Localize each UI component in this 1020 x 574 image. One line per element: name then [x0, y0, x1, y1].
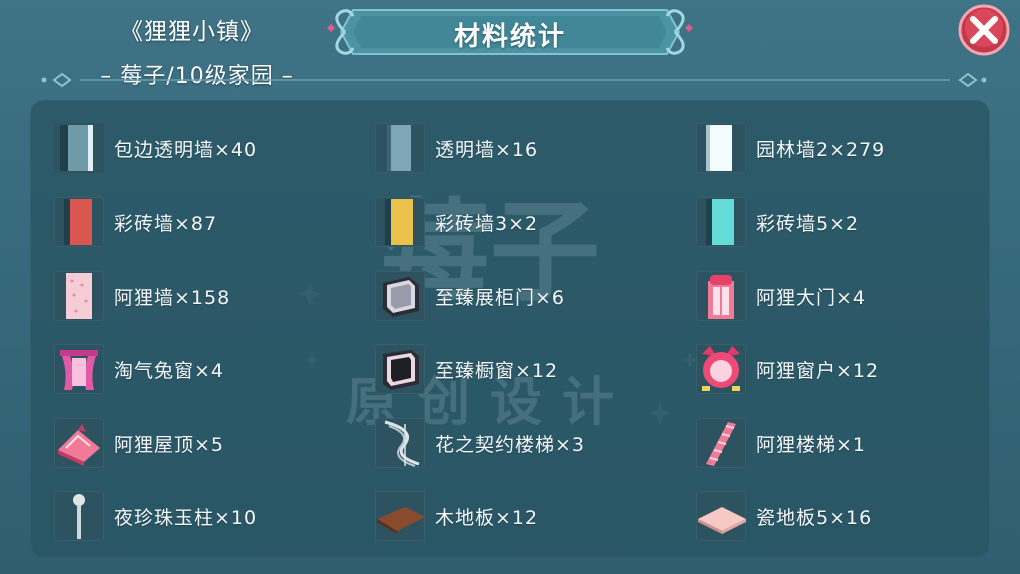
ali-gate-icon: [696, 271, 746, 321]
material-item: 阿狸大门×4: [696, 270, 866, 322]
item-label: 阿狸窗户×12: [756, 359, 880, 382]
edged-glass-wall-icon: [54, 123, 104, 173]
spiral-stairs-icon: [375, 418, 425, 468]
title-banner: 材料统计: [325, 4, 695, 60]
garden-wall-icon: [696, 123, 746, 173]
material-item: 彩砖墙3×2: [375, 196, 538, 248]
item-label: 彩砖墙5×2: [756, 212, 860, 235]
cyan-brick-wall-icon: [696, 197, 746, 247]
material-item: 阿狸窗户×12: [696, 343, 879, 395]
material-item: 阿狸墙×158: [54, 270, 230, 322]
material-item: 至臻展柜门×6: [375, 270, 565, 322]
close-x-icon: [958, 4, 1010, 56]
item-label: 阿狸屋顶×5: [114, 433, 225, 456]
wood-floor-icon: [375, 491, 425, 541]
item-label: 瓷地板5×16: [756, 506, 873, 529]
item-label: 彩砖墙×87: [114, 212, 218, 235]
glass-wall-icon: [375, 123, 425, 173]
material-item: 至臻橱窗×12: [375, 343, 558, 395]
material-item: 瓷地板5×16: [696, 490, 872, 542]
item-label: 木地板×12: [435, 506, 539, 529]
material-item: 夜珍珠玉柱×10: [54, 490, 257, 542]
tile-floor-icon: [696, 491, 746, 541]
showcase-window-icon: [375, 344, 425, 394]
item-label: 阿狸墙×158: [114, 286, 231, 309]
material-item: 包边透明墙×40: [54, 122, 257, 174]
item-label: 阿狸楼梯×1: [756, 433, 867, 456]
item-label: 阿狸大门×4: [756, 286, 867, 309]
item-label: 夜珍珠玉柱×10: [114, 506, 258, 529]
item-label: 彩砖墙3×2: [435, 212, 539, 235]
material-item: 淘气兔窗×4: [54, 343, 224, 395]
pearl-pillar-icon: [54, 491, 104, 541]
town-title: 《狸狸小镇》: [120, 19, 264, 45]
item-label: 淘气兔窗×4: [114, 359, 225, 382]
ali-wall-icon: [54, 271, 104, 321]
close-button[interactable]: [956, 4, 1012, 56]
material-item: 阿狸屋顶×5: [54, 417, 224, 469]
material-item: 阿狸楼梯×1: [696, 417, 866, 469]
item-label: 至臻橱窗×12: [435, 359, 559, 382]
yellow-brick-wall-icon: [375, 197, 425, 247]
ali-roof-icon: [54, 418, 104, 468]
material-item: 花之契约楼梯×3: [375, 417, 585, 469]
ali-window-icon: [696, 344, 746, 394]
banner-title: 材料统计: [453, 22, 566, 52]
item-label: 园林墙2×279: [756, 138, 886, 161]
header-divider: [41, 72, 987, 88]
item-label: 透明墙×16: [435, 138, 539, 161]
ali-stairs-icon: [696, 418, 746, 468]
item-label: 至臻展柜门×6: [435, 286, 566, 309]
display-cabinet-door-icon: [375, 271, 425, 321]
item-label: 包边透明墙×40: [114, 138, 258, 161]
material-item: 园林墙2×279: [696, 122, 885, 174]
material-item: 木地板×12: [375, 490, 538, 542]
material-item: 彩砖墙×87: [54, 196, 217, 248]
item-label: 花之契约楼梯×3: [435, 433, 586, 456]
material-item: 彩砖墙5×2: [696, 196, 859, 248]
red-brick-wall-icon: [54, 197, 104, 247]
bunny-window-icon: [54, 344, 104, 394]
material-item: 透明墙×16: [375, 122, 538, 174]
